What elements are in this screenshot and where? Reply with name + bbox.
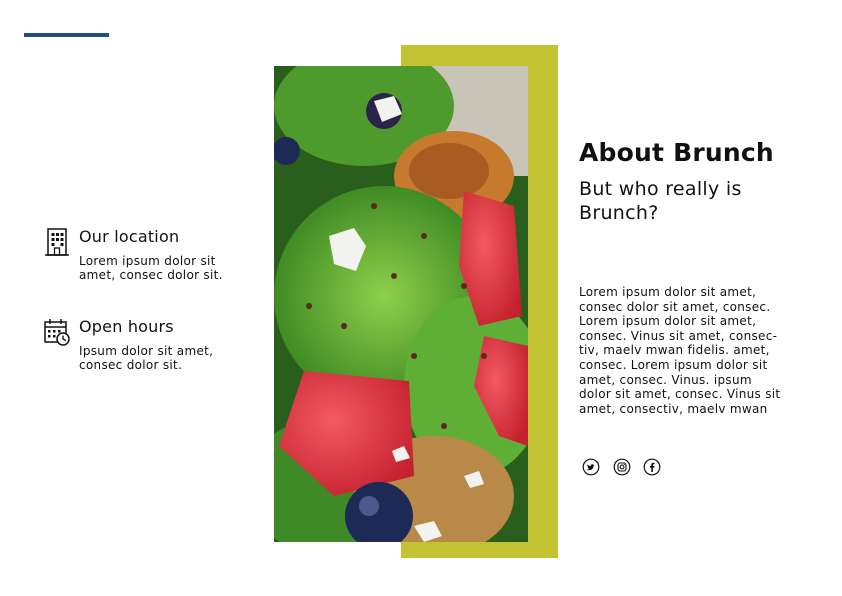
location-text: Lorem ipsum dolor sit amet, consec dolor … bbox=[79, 254, 223, 282]
hours-text: Ipsum dolor sit amet, consec dolor sit. bbox=[79, 344, 214, 372]
about-section: About Brunch But who really is Brunch? bbox=[579, 137, 819, 225]
twitter-icon[interactable] bbox=[582, 458, 600, 476]
about-subtitle: But who really is Brunch? bbox=[579, 178, 742, 224]
location-title: Our location bbox=[79, 227, 180, 246]
accent-line bbox=[24, 33, 109, 37]
hours-title: Open hours bbox=[79, 317, 174, 336]
calendar-clock-icon bbox=[44, 319, 70, 346]
location-section: Our location Lorem ipsum dolor sit amet, … bbox=[44, 227, 264, 282]
salad-photo bbox=[274, 66, 528, 542]
building-icon bbox=[45, 228, 69, 256]
hours-section: Open hours Ipsum dolor sit amet, consec d… bbox=[44, 317, 264, 372]
about-title: About Brunch bbox=[579, 138, 774, 167]
about-body: Lorem ipsum dolor sit amet, consec dolor… bbox=[579, 285, 781, 416]
instagram-icon[interactable] bbox=[613, 458, 631, 476]
facebook-icon[interactable] bbox=[643, 458, 661, 476]
